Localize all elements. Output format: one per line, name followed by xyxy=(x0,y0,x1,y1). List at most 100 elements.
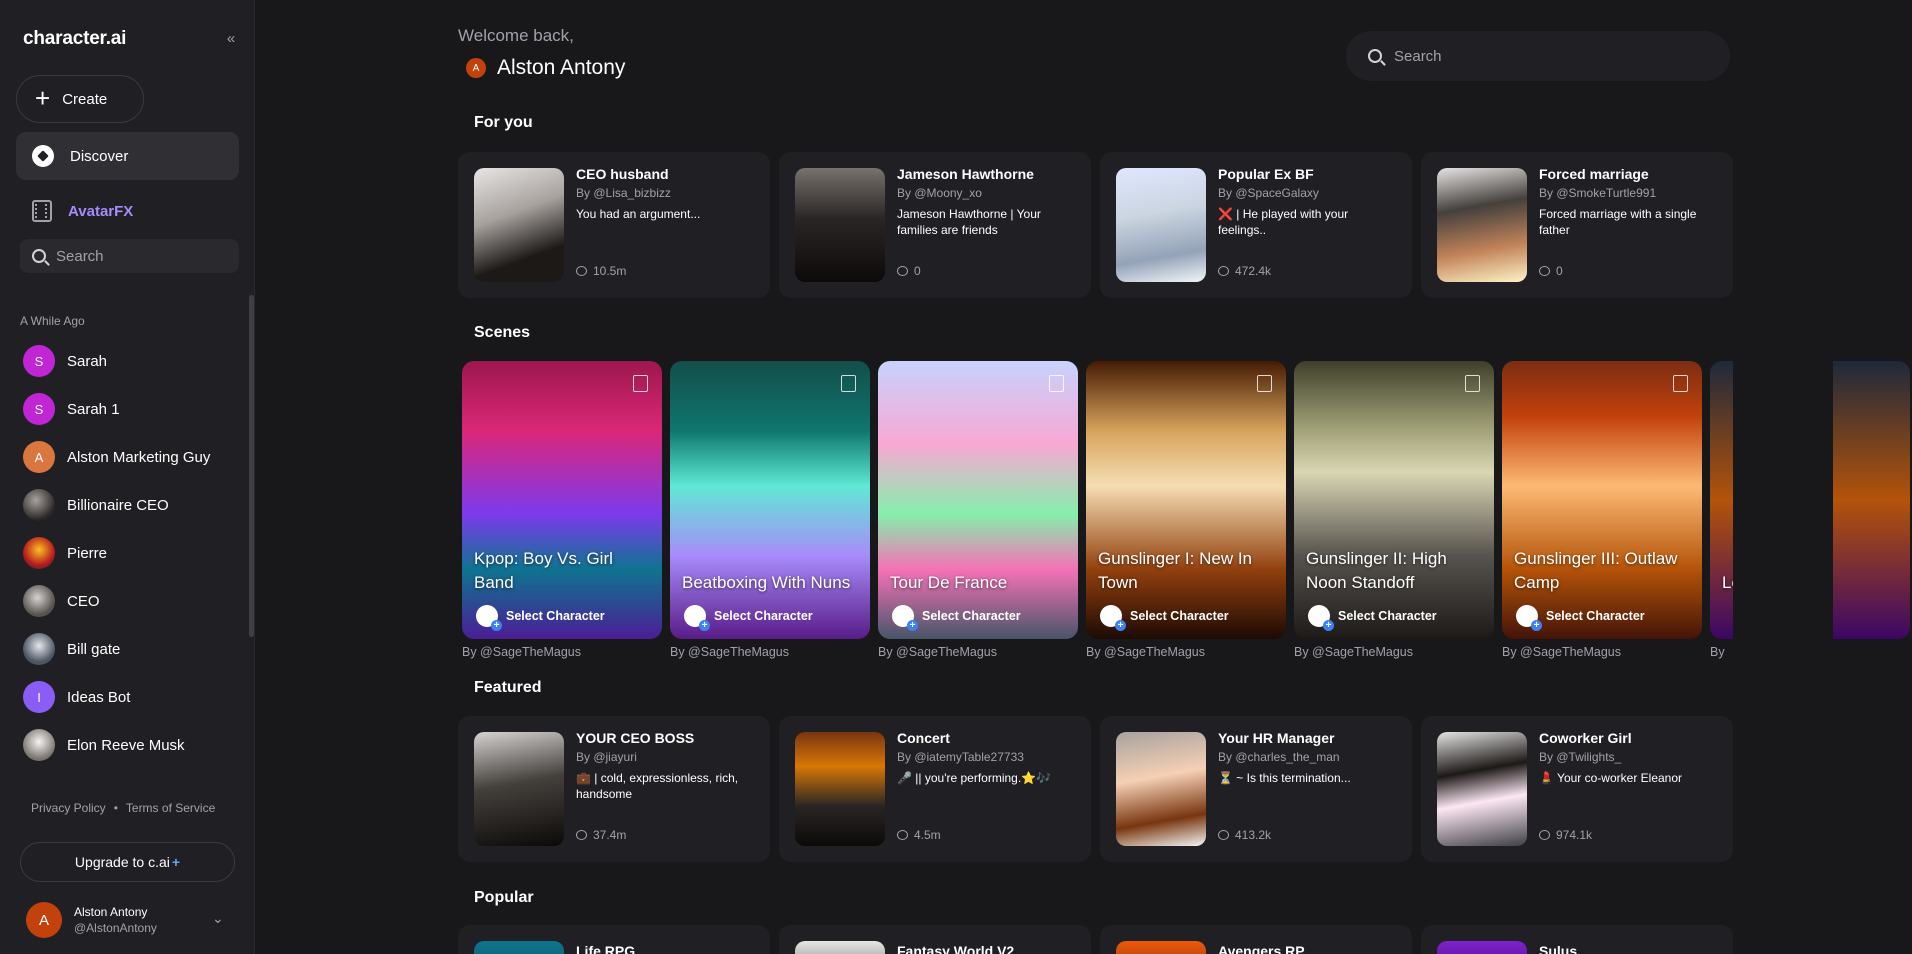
privacy-link[interactable]: Privacy Policy xyxy=(31,801,106,815)
character-card[interactable]: Avengers RP xyxy=(1100,925,1412,954)
section-title-featured: Featured xyxy=(474,679,542,696)
scene-title: Kpop: Boy Vs. Girl Band xyxy=(474,549,613,592)
card-author: By @SmokeTurtle991 xyxy=(1539,186,1657,200)
upgrade-button[interactable]: Upgrade to c.ai + xyxy=(20,842,235,882)
character-card[interactable]: Forced marriage By @SmokeTurtle991 Force… xyxy=(1421,152,1733,298)
scene-author: By @SageTheMagus xyxy=(670,645,790,659)
character-card[interactable]: Fantasy World V2 xyxy=(779,925,1091,954)
chevron-down-icon[interactable]: ⌄ xyxy=(212,910,224,927)
card-description: 🎤 || you're performing.⭐🎶 xyxy=(897,771,1052,785)
chat-bubble-icon xyxy=(1539,266,1550,276)
bookmark-icon[interactable] xyxy=(1465,375,1480,392)
bookmark-icon[interactable] xyxy=(1049,375,1064,392)
scene-card[interactable]: Gunslinger II: High Noon Standoff Select… xyxy=(1294,361,1494,659)
chat-item-name: Elon Reeve Musk xyxy=(67,736,185,754)
scenes-row: Kpop: Boy Vs. Girl Band Select Character… xyxy=(462,361,1910,659)
character-card[interactable]: Concert By @iatemyTable27733 🎤 || you're… xyxy=(779,716,1091,862)
chat-item[interactable]: S Sarah 1 xyxy=(16,385,246,433)
select-character-button[interactable]: Select Character xyxy=(1308,605,1437,631)
select-character-label: Select Character xyxy=(1338,609,1437,623)
scene-card[interactable]: Tour De France Select Character By @Sage… xyxy=(878,361,1078,659)
sidebar-search[interactable] xyxy=(20,239,239,273)
scene-card[interactable]: Gunslinger I: New In Town Select Charact… xyxy=(1086,361,1286,659)
scene-title: Gunslinger III: Outlaw Camp xyxy=(1514,549,1678,592)
chat-item[interactable]: Pierre xyxy=(16,529,246,577)
compass-icon xyxy=(32,145,54,167)
select-character-button[interactable]: Select Character xyxy=(892,605,1021,631)
bookmark-icon[interactable] xyxy=(841,375,856,392)
chat-list: S Sarah S Sarah 1 A Alston Marketing Guy… xyxy=(16,337,246,777)
app-root: character.ai « + Create Discover AvatarF… xyxy=(0,0,1912,954)
chat-item[interactable]: I Ideas Bot xyxy=(16,673,246,721)
avatar: S xyxy=(23,345,55,377)
welcome-text: Welcome back, xyxy=(458,26,574,45)
collapse-sidebar-icon[interactable]: « xyxy=(222,30,240,48)
avatar: A xyxy=(466,58,486,78)
avatar: A xyxy=(23,441,55,473)
nav-discover[interactable]: Discover xyxy=(16,132,239,180)
bookmark-icon[interactable] xyxy=(1257,375,1272,392)
card-title: Life RPG xyxy=(576,943,636,954)
bookmark-icon[interactable] xyxy=(633,375,648,392)
scene-card[interactable]: Kpop: Boy Vs. Girl Band Select Character… xyxy=(462,361,662,659)
character-card[interactable]: Your HR Manager By @charles_the_man ⏳ ~ … xyxy=(1100,716,1412,862)
character-card[interactable]: YOUR CEO BOSS By @jiayuri 💼 | cold, expr… xyxy=(458,716,770,862)
character-thumbnail xyxy=(1116,941,1206,954)
chat-item[interactable]: Bill gate xyxy=(16,625,246,673)
chat-item[interactable]: Billionaire CEO xyxy=(16,481,246,529)
chat-count-value: 472.4k xyxy=(1235,264,1272,278)
scene-image: Tour De France Select Character xyxy=(878,361,1078,639)
chat-item[interactable]: CEO xyxy=(16,577,246,625)
avatar: S xyxy=(23,393,55,425)
chat-count: 0 xyxy=(1539,264,1563,278)
app-logo[interactable]: character.ai xyxy=(23,28,126,50)
nav-discover-label: Discover xyxy=(70,147,129,165)
add-character-icon xyxy=(1516,605,1542,631)
character-card[interactable]: Popular Ex BF By @SpaceGalaxy ❌ | He pla… xyxy=(1100,152,1412,298)
character-card[interactable]: Sulus xyxy=(1421,925,1733,954)
scene-card[interactable]: Gunslinger III: Outlaw Camp Select Chara… xyxy=(1502,361,1702,659)
select-character-button[interactable]: Select Character xyxy=(684,605,813,631)
main-search[interactable] xyxy=(1346,31,1730,81)
avatar xyxy=(23,633,55,665)
sidebar-search-input[interactable] xyxy=(56,247,226,265)
chat-count: 37.4m xyxy=(576,828,626,842)
select-character-button[interactable]: Select Character xyxy=(476,605,605,631)
select-character-button[interactable]: Select Character xyxy=(1100,605,1229,631)
user-menu[interactable]: A Alston Antony @AlstonAntony xyxy=(26,902,157,938)
scenes-overflow-mask xyxy=(1733,355,1833,675)
character-thumbnail xyxy=(1437,732,1527,846)
character-card[interactable]: Life RPG xyxy=(458,925,770,954)
chat-count-value: 413.2k xyxy=(1235,828,1272,842)
sidebar: character.ai « + Create Discover AvatarF… xyxy=(0,0,255,954)
card-description: Jameson Hawthorne | Your families are fr… xyxy=(897,207,1041,237)
create-button[interactable]: + Create xyxy=(16,75,144,123)
sidebar-scrollbar[interactable] xyxy=(249,295,254,637)
character-card[interactable]: Coworker Girl By @Twilights_ 💄 Your co-w… xyxy=(1421,716,1733,862)
chat-count-value: 37.4m xyxy=(593,828,627,842)
user-handle: @AlstonAntony xyxy=(74,921,157,935)
main-content: Welcome back, A Alston Antony For you CE… xyxy=(255,0,1912,954)
scene-card[interactable]: Beatboxing With Nuns Select Character By… xyxy=(670,361,870,659)
chat-count: 974.1k xyxy=(1539,828,1592,842)
scene-image: Gunslinger I: New In Town Select Charact… xyxy=(1086,361,1286,639)
terms-link[interactable]: Terms of Service xyxy=(126,801,215,815)
film-icon xyxy=(32,200,52,222)
chat-item[interactable]: A Alston Marketing Guy xyxy=(16,433,246,481)
section-title-popular: Popular xyxy=(474,889,534,906)
select-character-button[interactable]: Select Character xyxy=(1516,605,1645,631)
character-card[interactable]: CEO husband By @Lisa_bizbizz You had an … xyxy=(458,152,770,298)
main-search-input[interactable] xyxy=(1394,47,1694,65)
nav-avatarfx[interactable]: AvatarFX xyxy=(16,187,239,235)
scene-title: Gunslinger I: New In Town xyxy=(1098,549,1253,592)
character-thumbnail xyxy=(474,941,564,954)
chat-item-name: Sarah 1 xyxy=(67,400,120,418)
character-card[interactable]: Jameson Hawthorne By @Moony_xo Jameson H… xyxy=(779,152,1091,298)
chat-count-value: 974.1k xyxy=(1556,828,1593,842)
chat-count: 413.2k xyxy=(1218,828,1271,842)
bookmark-icon[interactable] xyxy=(1673,375,1688,392)
avatar: I xyxy=(23,681,55,713)
card-title: Your HR Manager xyxy=(1218,730,1335,746)
chat-item[interactable]: S Sarah xyxy=(16,337,246,385)
chat-item[interactable]: Elon Reeve Musk xyxy=(16,721,246,769)
